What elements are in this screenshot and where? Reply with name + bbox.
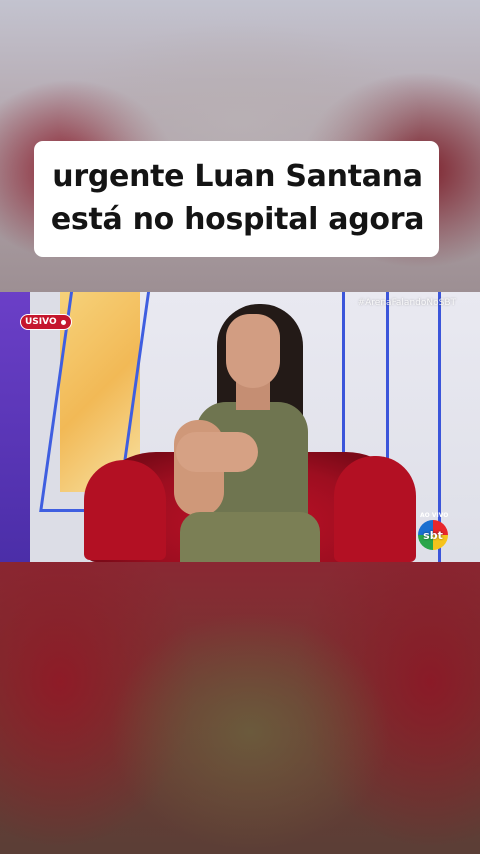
caption-line-1: urgente Luan Santana (52, 159, 423, 194)
sbt-logo-text: sbt (423, 528, 443, 542)
blurred-background-bottom (0, 562, 480, 854)
studio-purple-panel (0, 292, 30, 562)
caption-line-2: está no hospital agora (50, 202, 425, 237)
live-badge: USIVO (20, 314, 72, 330)
person-face (226, 314, 280, 388)
caption-card: urgente Luan Santana está no hospital ag… (34, 141, 439, 257)
armchair-left-arm (84, 460, 166, 560)
live-dot-icon (60, 319, 66, 325)
corner-live-label: AO VIVO (420, 512, 449, 519)
person-hands (176, 432, 258, 472)
reel-screen: urgente Luan Santana está no hospital ag… (0, 0, 480, 854)
person-skirt (180, 512, 320, 562)
armchair-right-arm (334, 456, 416, 562)
sbt-logo-icon: sbt (418, 520, 448, 550)
live-badge-label: USIVO (25, 317, 57, 327)
video-frame[interactable]: USIVO #ArenaFalandoNoSBT AO VIVO sbt (0, 292, 480, 562)
hashtag-label: #ArenaFalandoNoSBT (357, 298, 456, 308)
